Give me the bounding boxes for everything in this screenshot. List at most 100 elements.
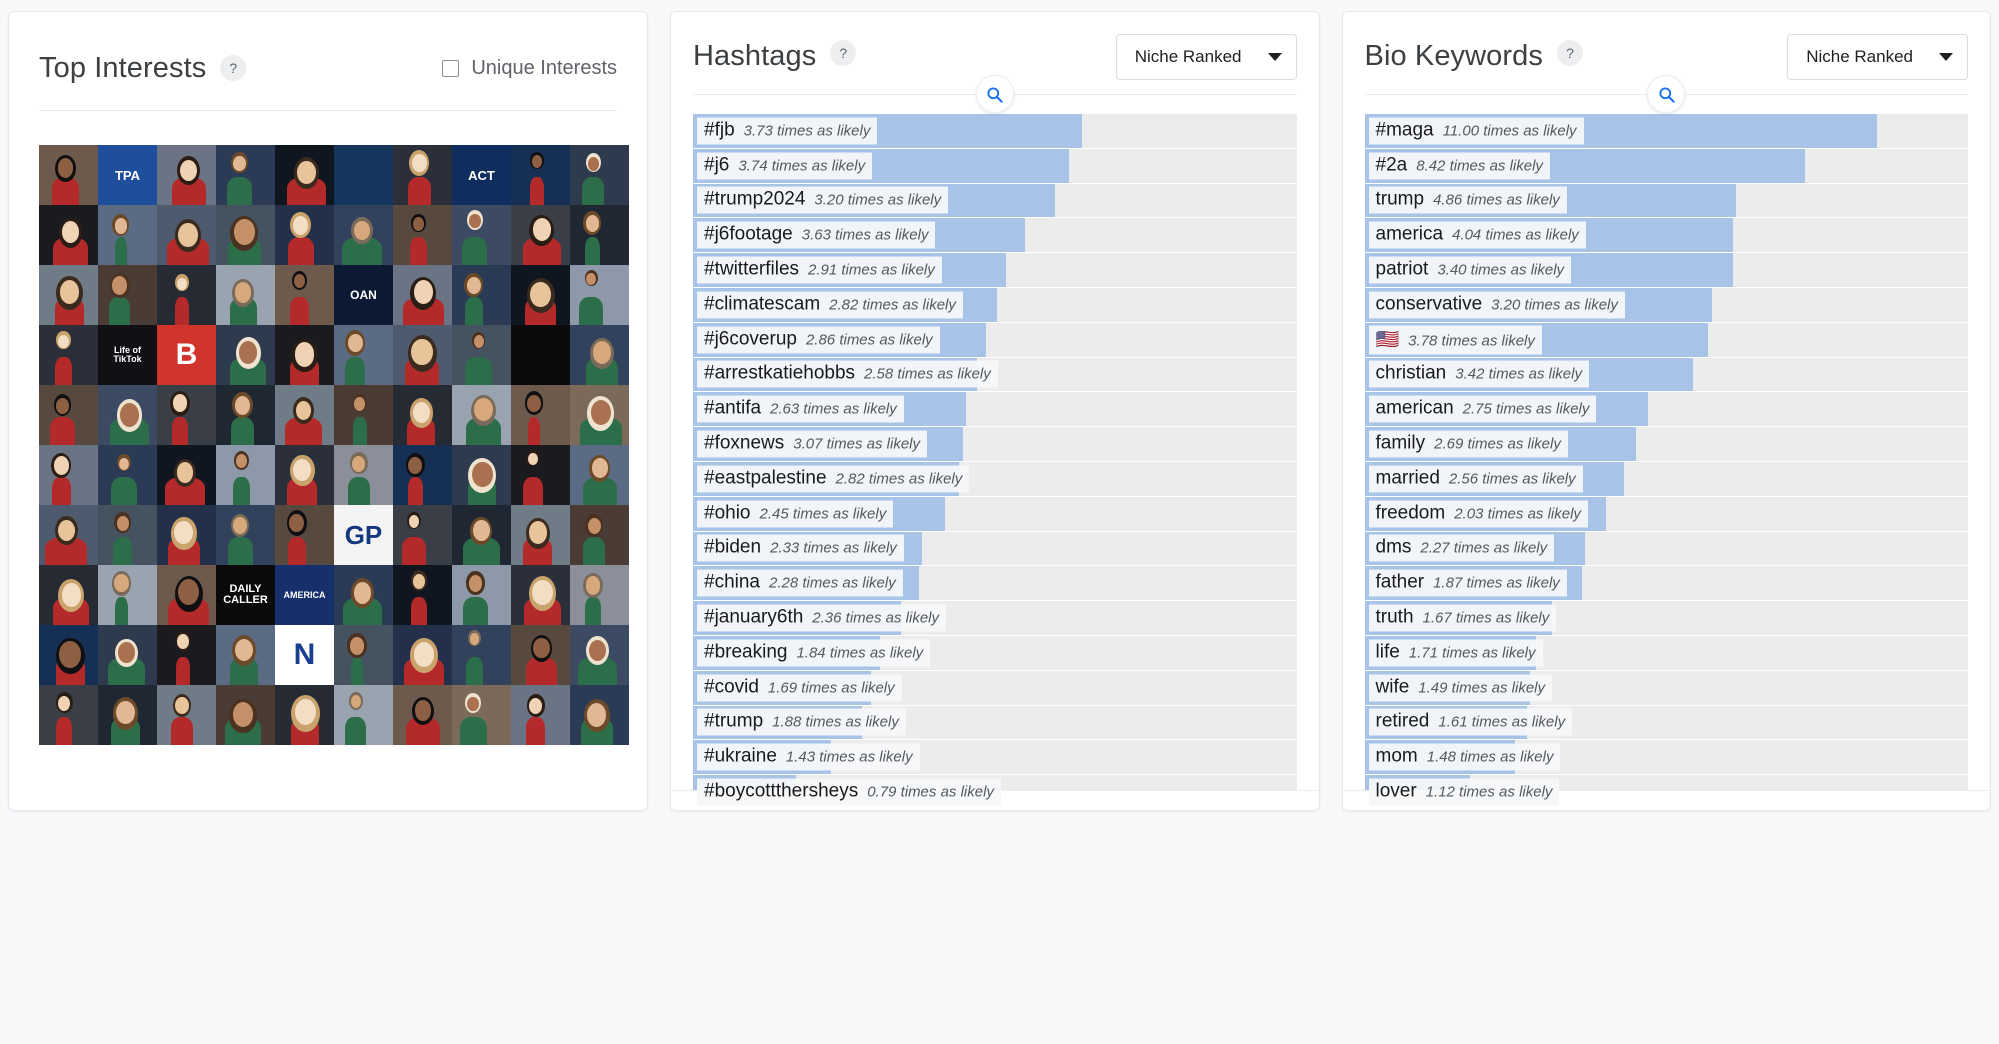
bar-row[interactable]: retired 1.61 times as likely — [1364, 705, 1968, 741]
collage-tile[interactable] — [275, 325, 334, 385]
collage-tile[interactable] — [570, 565, 629, 625]
hashtags-search-button[interactable] — [975, 75, 1014, 113]
collage-tile[interactable] — [452, 265, 511, 325]
bar-row[interactable]: #ohio 2.45 times as likely — [693, 496, 1297, 532]
collage-tile[interactable] — [570, 505, 629, 565]
collage-tile[interactable]: N — [275, 625, 334, 685]
collage-tile[interactable] — [334, 205, 393, 265]
bar-row[interactable]: truth 1.67 times as likely — [1364, 601, 1968, 636]
collage-tile[interactable] — [334, 325, 393, 385]
collage-tile[interactable] — [216, 205, 275, 265]
collage-tile[interactable] — [216, 145, 275, 205]
collage-tile[interactable] — [511, 505, 570, 565]
collage-tile[interactable] — [39, 205, 98, 265]
collage-tile[interactable] — [452, 325, 511, 385]
collage-tile[interactable] — [216, 445, 275, 505]
help-icon[interactable]: ? — [1557, 40, 1583, 66]
bar-row[interactable]: wife 1.49 times as likely — [1364, 670, 1968, 706]
bar-row[interactable]: #eastpalestine 2.82 times as likely — [693, 461, 1297, 497]
bar-row[interactable]: family 2.69 times as likely — [1364, 427, 1968, 462]
bar-row[interactable]: trump 4.86 times as likely — [1364, 183, 1968, 219]
collage-tile[interactable] — [275, 505, 334, 565]
collage-tile[interactable] — [570, 325, 629, 385]
collage-tile[interactable] — [570, 265, 629, 325]
collage-tile[interactable] — [511, 265, 570, 325]
collage-tile[interactable] — [157, 445, 216, 505]
collage-tile[interactable] — [98, 385, 157, 445]
bio-keywords-search-button[interactable] — [1647, 75, 1686, 113]
collage-tile[interactable] — [511, 445, 570, 505]
collage-tile[interactable]: B — [157, 325, 216, 385]
collage-tile[interactable] — [570, 685, 629, 745]
collage-tile[interactable] — [393, 445, 452, 505]
collage-tile[interactable] — [452, 625, 511, 685]
collage-tile[interactable] — [452, 205, 511, 265]
bar-row[interactable]: #maga 11.00 times as likely — [1364, 114, 1968, 149]
bar-row[interactable]: married 2.56 times as likely — [1364, 461, 1968, 497]
collage-tile[interactable] — [216, 505, 275, 565]
bar-row[interactable]: #trump 1.88 times as likely — [693, 705, 1297, 741]
chevron-down-icon[interactable] — [1939, 53, 1953, 61]
collage-tile[interactable] — [452, 685, 511, 745]
collage-tile[interactable] — [39, 625, 98, 685]
collage-tile[interactable]: TPA — [98, 145, 157, 205]
collage-tile[interactable] — [275, 385, 334, 445]
collage-tile[interactable] — [393, 685, 452, 745]
bar-row[interactable]: american 2.75 times as likely — [1364, 392, 1968, 428]
collage-tile[interactable] — [511, 385, 570, 445]
collage-tile[interactable] — [393, 205, 452, 265]
bar-row[interactable]: #2a 8.42 times as likely — [1364, 148, 1968, 184]
bar-row[interactable]: #fjb 3.73 times as likely — [693, 114, 1297, 149]
collage-tile[interactable] — [157, 265, 216, 325]
collage-tile[interactable] — [39, 565, 98, 625]
collage-tile[interactable] — [393, 265, 452, 325]
collage-tile[interactable] — [393, 505, 452, 565]
collage-tile[interactable] — [511, 205, 570, 265]
collage-tile[interactable] — [334, 385, 393, 445]
collage-tile[interactable] — [452, 565, 511, 625]
collage-tile[interactable] — [98, 265, 157, 325]
help-icon[interactable]: ? — [220, 55, 247, 81]
collage-tile[interactable] — [570, 205, 629, 265]
collage-tile[interactable] — [570, 145, 629, 205]
collage-tile[interactable] — [393, 145, 452, 205]
collage-tile[interactable] — [334, 685, 393, 745]
collage-tile[interactable] — [452, 445, 511, 505]
collage-tile[interactable] — [393, 625, 452, 685]
bar-row[interactable]: #arrestkatiehobbs 2.58 times as likely — [693, 357, 1297, 393]
collage-tile[interactable] — [452, 505, 511, 565]
collage-tile[interactable]: DAILY CALLER — [216, 565, 275, 625]
collage-tile[interactable] — [570, 445, 629, 505]
bar-row[interactable]: america 4.04 times as likely — [1364, 218, 1968, 254]
bar-row[interactable]: father 1.87 times as likely — [1364, 566, 1968, 602]
collage-tile[interactable] — [157, 565, 216, 625]
bar-row[interactable]: #breaking 1.84 times as likely — [693, 635, 1297, 671]
collage-tile[interactable] — [334, 565, 393, 625]
bar-row[interactable]: patriot 3.40 times as likely — [1364, 253, 1968, 288]
collage-tile[interactable]: GP — [334, 505, 393, 565]
bar-row[interactable]: #foxnews 3.07 times as likely — [693, 427, 1297, 462]
bar-row[interactable]: #j6coverup 2.86 times as likely — [693, 322, 1297, 358]
collage-tile[interactable]: AMERICA — [275, 565, 334, 625]
bar-row[interactable]: #j6 3.74 times as likely — [693, 148, 1297, 184]
collage-tile[interactable] — [98, 505, 157, 565]
collage-tile[interactable] — [275, 445, 334, 505]
collage-tile[interactable] — [39, 145, 98, 205]
collage-tile[interactable] — [511, 325, 570, 385]
bar-row[interactable]: #covid 1.69 times as likely — [693, 670, 1297, 706]
collage-tile[interactable] — [157, 625, 216, 685]
bar-row[interactable]: #trump2024 3.20 times as likely — [693, 183, 1297, 219]
collage-tile[interactable] — [570, 385, 629, 445]
collage-tile[interactable] — [511, 145, 570, 205]
unique-interests-toggle[interactable]: Unique Interests — [442, 57, 617, 80]
collage-tile[interactable] — [98, 625, 157, 685]
collage-tile[interactable] — [275, 265, 334, 325]
collage-tile[interactable] — [98, 205, 157, 265]
collage-tile[interactable]: OAN — [334, 265, 393, 325]
collage-tile[interactable] — [452, 385, 511, 445]
collage-tile[interactable] — [98, 565, 157, 625]
collage-tile[interactable] — [39, 685, 98, 745]
collage-tile[interactable] — [216, 325, 275, 385]
bar-row[interactable]: dms 2.27 times as likely — [1364, 531, 1968, 567]
checkbox-icon[interactable] — [442, 59, 460, 77]
